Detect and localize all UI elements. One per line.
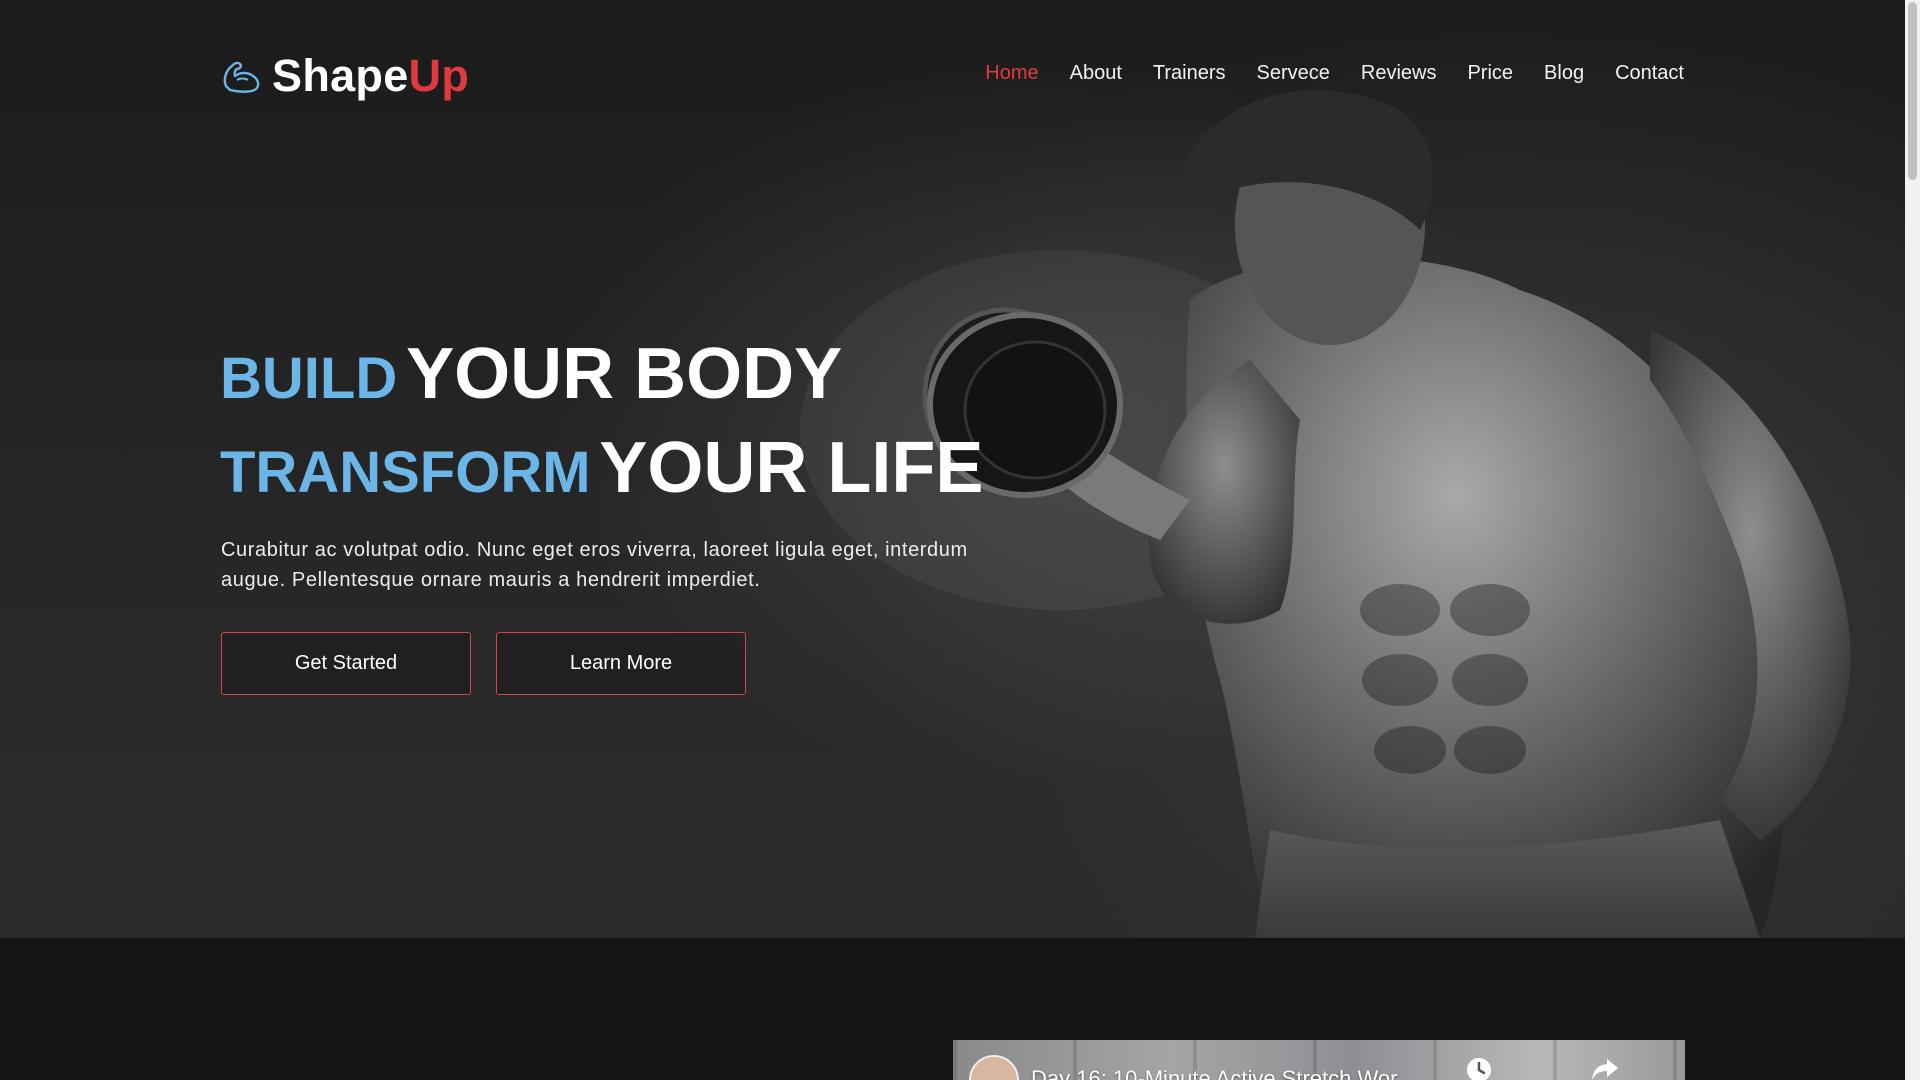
nav-contact[interactable]: Contact	[1615, 62, 1684, 85]
nav-blog[interactable]: Blog	[1544, 62, 1584, 85]
hero-description: Curabitur ac volutpat odio. Nunc eget er…	[221, 539, 968, 591]
page-scrollbar[interactable]	[1905, 0, 1920, 1080]
main-navigation: Home About Trainers Servece Reviews Pric…	[954, 62, 1684, 85]
clock-icon[interactable]	[1465, 1056, 1493, 1080]
learn-more-button[interactable]: Learn More	[496, 632, 746, 695]
flexed-arm-icon	[223, 61, 260, 93]
headline-your-life: YOUR LIFE	[599, 428, 984, 508]
share-icon[interactable]	[1590, 1056, 1620, 1080]
nav-trainers[interactable]: Trainers	[1153, 62, 1226, 85]
nav-reviews[interactable]: Reviews	[1361, 62, 1437, 85]
nav-about[interactable]: About	[1070, 62, 1122, 85]
nav-price[interactable]: Price	[1467, 62, 1513, 85]
headline-line-2: TRANSFORM YOUR LIFE	[220, 432, 983, 504]
brand-name: ShapeUp	[272, 50, 470, 101]
nav-home[interactable]: Home	[985, 62, 1038, 85]
hero-headline: BUILD YOUR BODY TRANSFORM YOUR LIFE	[220, 338, 983, 504]
headline-accent-build: BUILD	[220, 346, 398, 411]
scrollbar-thumb[interactable]	[1908, 2, 1917, 180]
headline-line-1: BUILD YOUR BODY	[220, 338, 983, 410]
video-embed[interactable]: Day 16: 10-Minute Active Stretch Wor	[953, 1040, 1685, 1080]
headline-your-body: YOUR BODY	[406, 334, 843, 414]
nav-service[interactable]: Servece	[1257, 62, 1330, 85]
video-title[interactable]: Day 16: 10-Minute Active Stretch Wor	[1031, 1066, 1397, 1080]
brand-logo[interactable]: ShapeUp	[220, 50, 469, 102]
headline-accent-transform: TRANSFORM	[220, 440, 591, 505]
get-started-button[interactable]: Get Started	[221, 632, 471, 695]
